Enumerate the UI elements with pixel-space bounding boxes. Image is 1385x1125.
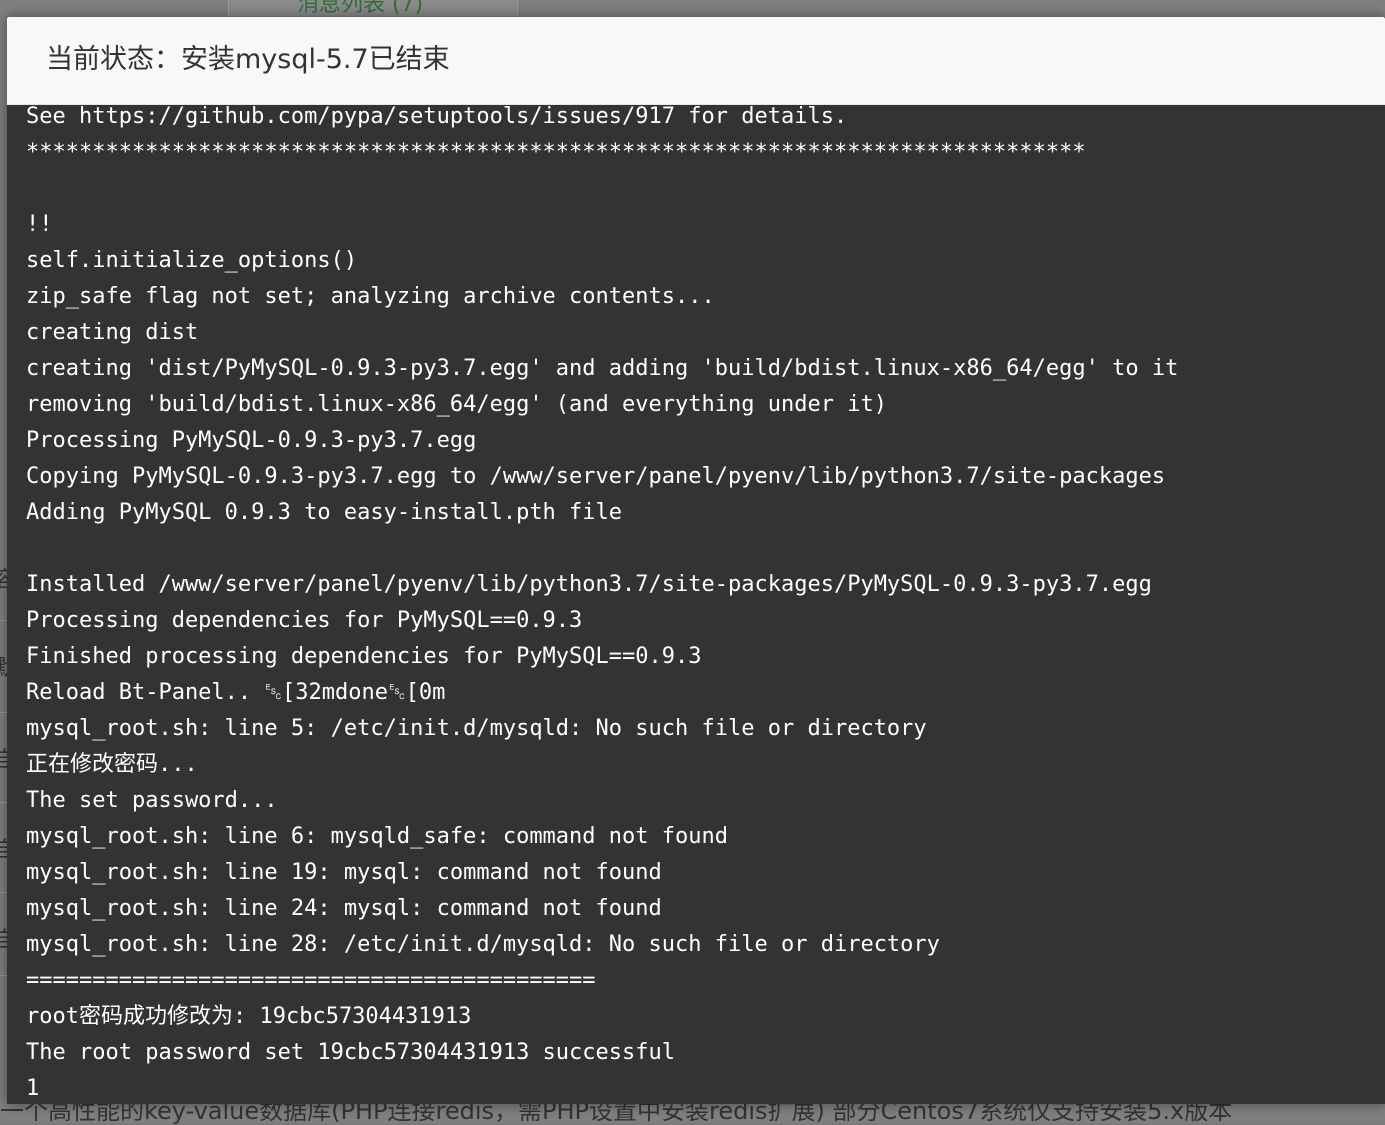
console-line: mysql_root.sh: line 24: mysql: command n… (26, 896, 662, 921)
console-line: Processing dependencies for PyMySQL==0.9… (26, 608, 583, 633)
background-tab: 消息列表 (7) (228, 0, 518, 16)
console-line: root密码成功修改为: 19cbc57304431913 (26, 1004, 472, 1029)
install-status-dialog: 当前状态：安装mysql-5.7已结束 See https://github.c… (7, 17, 1385, 1104)
console-line: ========================================… (26, 968, 596, 993)
console-line: mysql_root.sh: line 28: /etc/init.d/mysq… (26, 932, 940, 957)
console-line: removing 'build/bdist.linux-x86_64/egg' … (26, 392, 887, 417)
console-line: Adding PyMySQL 0.9.3 to easy-install.pth… (26, 500, 623, 525)
console-line: Processing PyMySQL-0.9.3-py3.7.egg (26, 428, 477, 453)
console-line: mysql_root.sh: line 5: /etc/init.d/mysql… (26, 716, 927, 741)
console-line: mysql_root.sh: line 19: mysql: command n… (26, 860, 662, 885)
console-output[interactable]: See https://github.com/pypa/setuptools/i… (7, 105, 1385, 1104)
console-line: 正在修改密码... (26, 752, 198, 777)
background-tab-label: 消息列表 (7) (297, 0, 424, 16)
console-line: self.initialize_options() (26, 248, 358, 273)
console-line: Installed /www/server/panel/pyenv/lib/py… (26, 572, 1152, 597)
console-line: The root password set 19cbc57304431913 s… (26, 1040, 676, 1065)
console-line: mysql_root.sh: line 6: mysqld_safe: comm… (26, 824, 728, 849)
console-line: !! (26, 212, 53, 237)
console-line: ****************************************… (26, 140, 1086, 165)
console-line: See https://github.com/pypa/setuptools/i… (26, 105, 848, 129)
console-line: The set password... (26, 788, 278, 813)
console-line: 1 (26, 1076, 40, 1101)
console-line: Copying PyMySQL-0.9.3-py3.7.egg to /www/… (26, 464, 1166, 489)
console-line: creating dist (26, 320, 199, 345)
console-line: Finished processing dependencies for PyM… (26, 644, 702, 669)
dialog-title: 当前状态：安装mysql-5.7已结束 (46, 44, 450, 75)
console-line: Reload Bt-Panel.. ␛[32mdone␛[0m (26, 680, 446, 705)
console-line: zip_safe flag not set; analyzing archive… (26, 284, 715, 309)
dialog-header[interactable]: 当前状态：安装mysql-5.7已结束 (7, 17, 1385, 105)
console-line: creating 'dist/PyMySQL-0.9.3-py3.7.egg' … (26, 356, 1179, 381)
